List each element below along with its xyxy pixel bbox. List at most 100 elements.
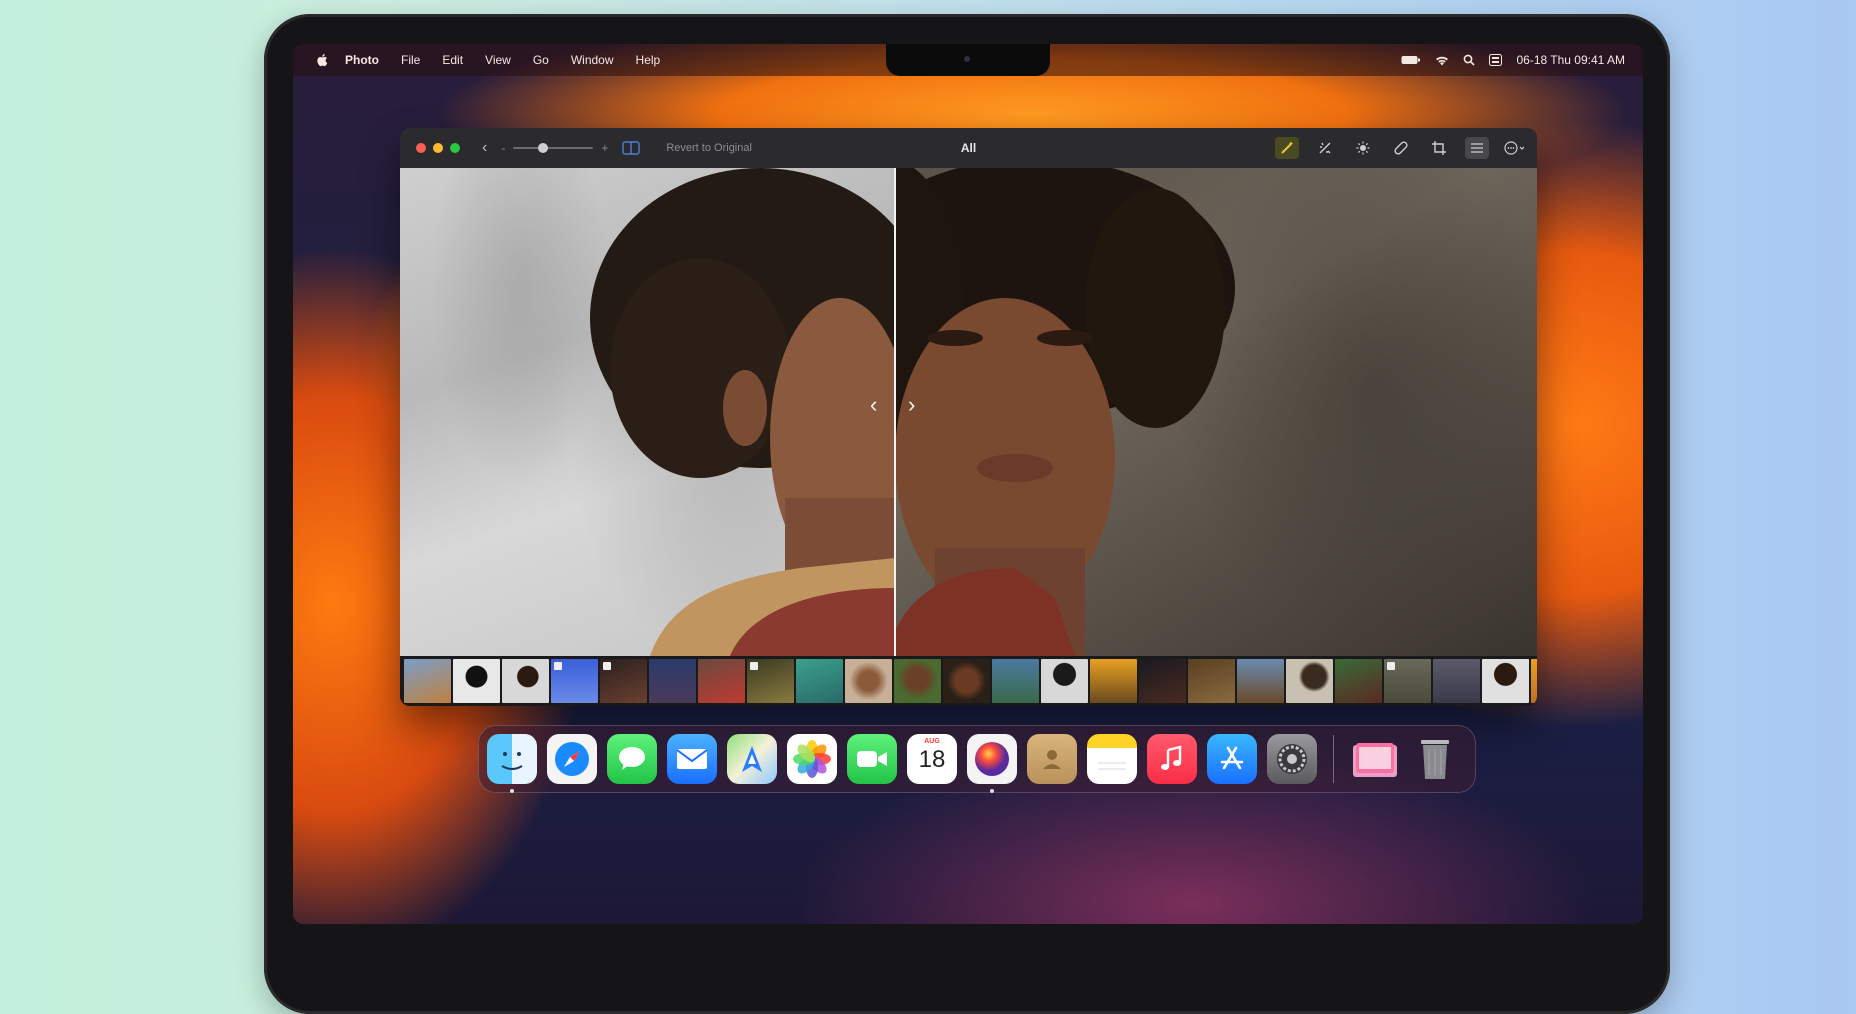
thumbnail[interactable] — [1286, 659, 1333, 703]
thumbnail[interactable] — [551, 659, 598, 703]
zoom-out-icon[interactable]: - — [501, 141, 505, 155]
menu-view[interactable]: View — [485, 53, 511, 67]
thumbnail-badge — [554, 662, 562, 670]
back-chevron-icon[interactable]: ‹ — [482, 140, 487, 156]
zoom-thumb[interactable] — [538, 143, 549, 153]
dock-downloads-stack[interactable] — [1350, 734, 1400, 784]
chevron-left-icon[interactable]: ‹ — [870, 394, 877, 416]
portrait-original-image — [590, 168, 930, 656]
menu-go[interactable]: Go — [533, 53, 549, 67]
dock-notes[interactable] — [1087, 734, 1137, 784]
minimize-button[interactable] — [433, 143, 443, 153]
menu-window[interactable]: Window — [571, 53, 614, 67]
close-button[interactable] — [416, 143, 426, 153]
search-icon[interactable] — [1463, 54, 1476, 66]
thumbnail[interactable] — [992, 659, 1039, 703]
envelope-icon — [676, 749, 708, 769]
bandage-icon — [1394, 141, 1408, 155]
edited-photo — [805, 168, 1537, 656]
thumbnail[interactable] — [404, 659, 451, 703]
trash-icon — [1421, 740, 1449, 779]
thumbnail[interactable] — [1090, 659, 1137, 703]
crop-button[interactable] — [1427, 137, 1451, 159]
thumbnail[interactable] — [1188, 659, 1235, 703]
dock-calendar[interactable]: AUG 18 — [907, 734, 957, 784]
thumbnail[interactable] — [1482, 659, 1529, 703]
dock-finder[interactable] — [487, 734, 537, 793]
zoom-in-icon[interactable]: + — [601, 141, 608, 155]
thumbnail[interactable] — [1237, 659, 1284, 703]
dock-music[interactable] — [1147, 734, 1197, 784]
thumbnail[interactable] — [845, 659, 892, 703]
dock-mail[interactable] — [667, 734, 717, 784]
battery-icon[interactable] — [1401, 55, 1421, 65]
thumbnail[interactable] — [747, 659, 794, 703]
dock-app-store[interactable] — [1207, 734, 1257, 784]
running-indicator — [510, 789, 514, 793]
menu-file[interactable]: File — [401, 53, 420, 67]
retouch-button[interactable] — [1389, 137, 1413, 159]
thumbnail[interactable] — [1139, 659, 1186, 703]
dock-trash[interactable] — [1410, 734, 1460, 784]
dock-contacts[interactable] — [1027, 734, 1077, 784]
zoom-slider[interactable]: - + — [501, 141, 608, 155]
dock-siri[interactable] — [967, 734, 1017, 793]
dock-safari[interactable] — [547, 734, 597, 784]
auto-enhance-button[interactable] — [1275, 137, 1299, 159]
dock-system-settings[interactable] — [1267, 734, 1317, 784]
thumbnail[interactable] — [1335, 659, 1382, 703]
crop-icon — [1432, 141, 1446, 155]
wifi-icon[interactable] — [1435, 55, 1449, 66]
status-area: 06-18 Thu 09:41 AM — [1401, 44, 1625, 76]
thumbnail[interactable] — [1433, 659, 1480, 703]
more-options-button[interactable] — [1503, 137, 1527, 159]
adjust-icon — [1319, 142, 1331, 154]
thumbnail[interactable] — [600, 659, 647, 703]
thumbnail[interactable] — [1384, 659, 1431, 703]
apple-menu-icon[interactable] — [315, 53, 329, 67]
app-menu-photo[interactable]: Photo — [345, 53, 379, 67]
fullscreen-button[interactable] — [450, 143, 460, 153]
thumbnail[interactable] — [796, 659, 843, 703]
compare-icon[interactable] — [622, 141, 641, 155]
filters-button[interactable] — [1465, 137, 1489, 159]
compare-divider[interactable] — [894, 168, 896, 656]
control-center-icon[interactable] — [1489, 54, 1503, 66]
thumbnail[interactable] — [1531, 659, 1537, 703]
revert-to-original-button[interactable]: Revert to Original — [666, 142, 752, 154]
clock[interactable]: 06-18 Thu 09:41 AM — [1516, 53, 1625, 67]
original-photo — [400, 168, 930, 656]
thumbnail[interactable] — [453, 659, 500, 703]
dock-facetime[interactable] — [847, 734, 897, 784]
video-camera-icon — [857, 751, 887, 767]
thumbnail[interactable] — [649, 659, 696, 703]
camera-notch — [886, 44, 1050, 76]
dock-separator — [1333, 735, 1334, 783]
menu-edit[interactable]: Edit — [442, 53, 463, 67]
ellipsis-circle-icon — [1504, 141, 1525, 155]
thumbnail[interactable] — [698, 659, 745, 703]
adjust-button[interactable] — [1313, 137, 1337, 159]
dock-messages[interactable] — [607, 734, 657, 784]
desktop-screen: Photo File Edit View Go Window Help 06-1… — [293, 44, 1643, 924]
zoom-track[interactable] — [513, 143, 594, 153]
light-button[interactable] — [1351, 137, 1375, 159]
thumbnail[interactable] — [1041, 659, 1088, 703]
thumbnail[interactable] — [502, 659, 549, 703]
thumbnail[interactable] — [943, 659, 990, 703]
folder-stack-icon — [1353, 743, 1397, 777]
dock-photos[interactable] — [787, 734, 837, 784]
speech-bubble-icon — [619, 747, 645, 770]
thumbnail-badge — [750, 662, 758, 670]
thumbnail-badge — [1387, 662, 1395, 670]
magic-wand-icon — [1281, 142, 1293, 154]
portrait-edited-image — [805, 168, 1235, 656]
menu-help[interactable]: Help — [636, 53, 661, 67]
photos-window: ‹ - + Revert to Original All ‹ › — [400, 128, 1537, 706]
dock-maps[interactable] — [727, 734, 777, 784]
chevron-right-icon[interactable]: › — [908, 394, 915, 416]
thumbnail[interactable] — [894, 659, 941, 703]
photo-compare-view[interactable]: ‹ › — [400, 168, 1537, 656]
map-pin-icon — [742, 746, 762, 772]
sliders-icon — [1471, 143, 1483, 153]
